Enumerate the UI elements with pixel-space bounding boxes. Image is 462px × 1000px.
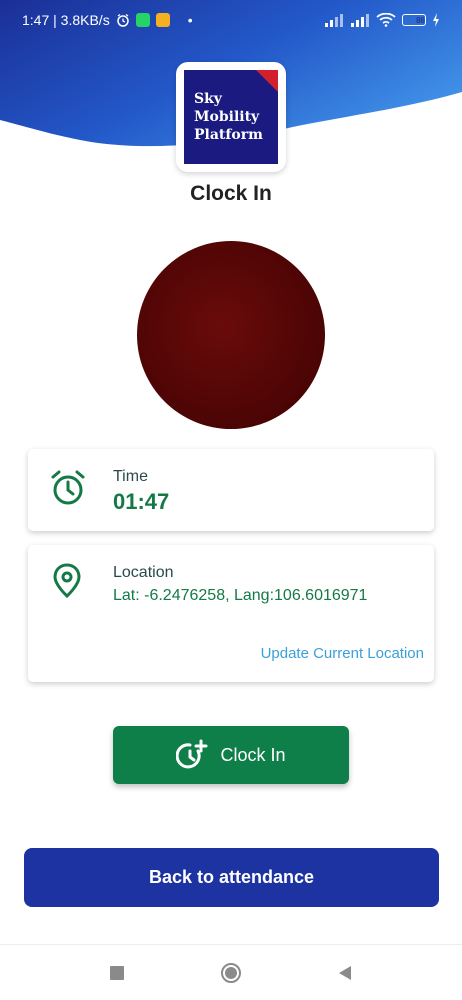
location-label: Location: [113, 564, 174, 581]
recents-square-icon[interactable]: [105, 961, 129, 985]
home-circle-icon[interactable]: [219, 961, 243, 985]
status-time-speed: 1:47 | 3.8KB/s: [22, 12, 110, 28]
update-location-link[interactable]: Update Current Location: [261, 645, 424, 662]
clock-in-button[interactable]: Clock In: [113, 726, 349, 784]
logo-mark: Sky Mobility Platform: [184, 70, 278, 164]
back-triangle-icon[interactable]: [333, 961, 357, 985]
status-bar: 1:47 | 3.8KB/s • 86: [0, 0, 462, 40]
clock-in-button-label: Clock In: [220, 744, 286, 765]
alarm-clock-icon: [50, 469, 86, 512]
back-to-attendance-label: Back to attendance: [148, 867, 315, 887]
signal-icon-2: [350, 13, 370, 27]
logo-line-2: Mobility: [194, 109, 260, 125]
alarm-status-icon: [116, 13, 130, 27]
page-title: Clock In: [190, 182, 272, 205]
time-value: 01:47: [113, 489, 170, 514]
battery-level: 86: [416, 15, 425, 25]
back-to-attendance-button[interactable]: Back to attendance: [24, 848, 439, 907]
signal-icon: [324, 13, 344, 27]
status-right: 86: [324, 13, 440, 27]
system-nav-bar: [0, 944, 462, 1000]
time-label: Time: [113, 468, 148, 485]
location-pin-icon: [52, 563, 82, 604]
dot-icon: •: [187, 12, 193, 28]
location-value: Lat: -6.2476258, Lang:106.6016971: [113, 587, 368, 604]
charging-icon: [432, 13, 440, 27]
notes-app-icon: [155, 13, 170, 27]
selfie-photo: [137, 241, 325, 429]
logo-line-3: Platform: [194, 127, 263, 143]
whatsapp-icon: [135, 13, 150, 27]
time-card: Time 01:47: [28, 449, 434, 531]
app-logo: Sky Mobility Platform: [176, 62, 286, 172]
battery-icon: 86: [402, 14, 426, 26]
logo-corner-accent: [256, 70, 278, 92]
status-left: 1:47 | 3.8KB/s •: [22, 12, 193, 28]
logo-line-1: Sky: [194, 91, 222, 107]
wifi-icon: [376, 13, 396, 27]
clock-add-icon: [176, 739, 208, 771]
location-card: Location Lat: -6.2476258, Lang:106.60169…: [28, 545, 434, 682]
